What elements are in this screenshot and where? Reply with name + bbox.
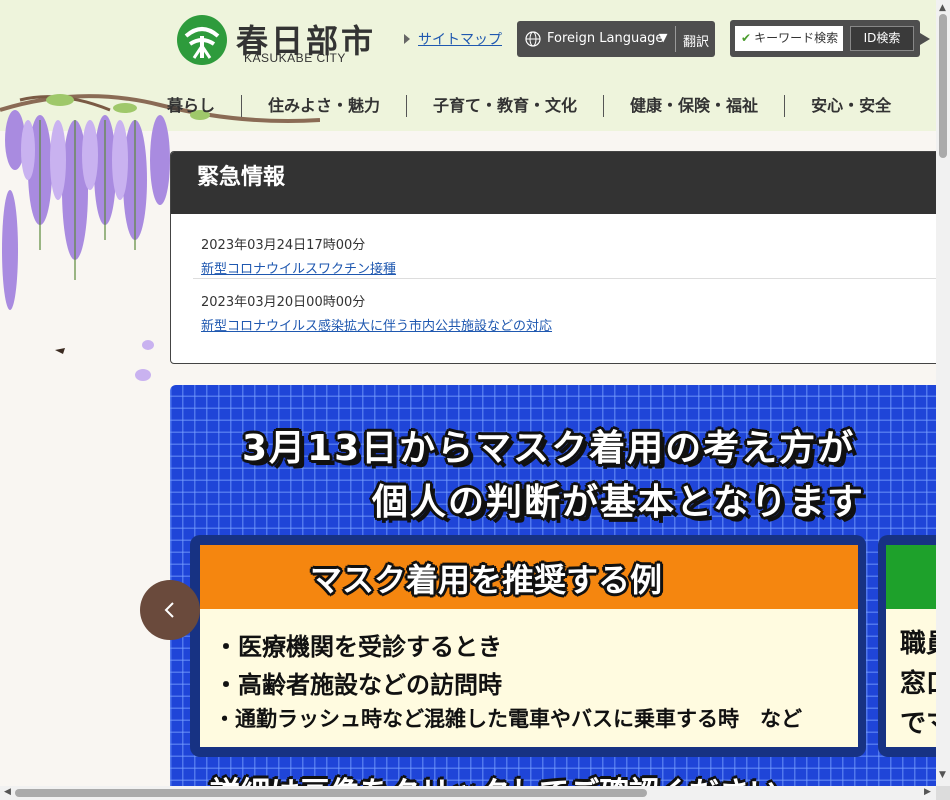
carousel-prev-button[interactable] xyxy=(140,580,200,640)
nav-item-safety[interactable]: 安心・安全 xyxy=(785,95,917,117)
horizontal-scroll-thumb[interactable] xyxy=(15,789,647,797)
vertical-scrollbar[interactable]: ▲ ▼ xyxy=(936,0,950,786)
scrollbar-corner xyxy=(936,786,950,800)
globe-icon xyxy=(525,31,541,47)
emergency-info: 緊急情報 2023年03月24日17時00分 新型コロナウイルスワクチン接種 2… xyxy=(170,151,950,364)
keyword-search-label: キーワード検索 xyxy=(754,31,839,45)
sitemap-link[interactable]: サイトマップ xyxy=(404,29,502,49)
recommended-card: マスク着用を推奨する例 ・医療機関を受診するとき ・高齢者施設などの訪問時 ・通… xyxy=(190,535,866,757)
caret-down-icon: ▼ xyxy=(659,31,668,44)
chevron-left-icon xyxy=(164,602,174,618)
foreign-language-label: Foreign Language xyxy=(547,31,664,46)
emergency-date: 2023年03月24日17時00分 xyxy=(201,238,366,253)
recommended-card-body: ・医療機関を受診するとき ・高齢者施設などの訪問時 ・通勤ラッシュ時など混雑した… xyxy=(200,609,858,747)
list-item: 2023年03月24日17時00分 新型コロナウイルスワクチン接種 xyxy=(171,214,949,278)
keyword-search-button[interactable]: ✔ キーワード検索 xyxy=(735,26,843,51)
search-toggle: ✔ キーワード検索 ID検索 xyxy=(730,20,920,57)
kasukabe-city-emblem-icon xyxy=(177,15,227,65)
list-item: 2023年03月20日00時00分 新型コロナウイルス感染拡大に伴う市内公共施設… xyxy=(193,278,949,335)
scroll-right-icon[interactable]: ▶ xyxy=(924,787,931,797)
translate-button[interactable]: 翻訳 xyxy=(683,31,709,50)
emergency-title: 緊急情報 xyxy=(171,152,949,214)
nav-item-health-welfare[interactable]: 健康・保険・福祉 xyxy=(604,94,786,117)
nav-item-childcare-education[interactable]: 子育て・教育・文化 xyxy=(407,94,605,117)
list-item: ・通勤ラッシュ時など混雑した電車やバスに乗車する時 など xyxy=(214,707,802,731)
recommended-card-title: マスク着用を推奨する例 xyxy=(310,561,663,599)
language-selector[interactable]: Foreign Language ▼ 翻訳 xyxy=(517,21,715,57)
check-icon: ✔ xyxy=(741,31,752,45)
scroll-left-icon[interactable]: ◀ xyxy=(4,787,11,797)
banner-headline-1: 3月13日からマスク着用の考え方が xyxy=(242,428,856,469)
id-search-button[interactable]: ID検索 xyxy=(850,26,914,51)
vertical-scroll-thumb[interactable] xyxy=(939,14,947,158)
divider xyxy=(675,26,676,52)
nav-item-living[interactable]: 暮らし xyxy=(120,94,243,117)
list-item: ・高齢者施設などの訪問時 xyxy=(214,671,502,699)
mask-guidance-banner[interactable]: 3月13日からマスク着用の考え方が 個人の判断が基本となります マスク着用を推奨… xyxy=(170,385,950,800)
recommended-card-header: マスク着用を推奨する例 xyxy=(200,545,858,609)
logo-english: KASUKABE CITY xyxy=(244,51,346,65)
emergency-date: 2023年03月20日00時00分 xyxy=(201,295,366,310)
emergency-link[interactable]: 新型コロナウイルス感染拡大に伴う市内公共施設などの対応 xyxy=(201,315,949,334)
horizontal-scrollbar[interactable]: ◀ ▶ xyxy=(0,786,936,800)
scroll-up-icon[interactable]: ▲ xyxy=(939,3,946,13)
nav-item-attractions[interactable]: 住みよさ・魅力 xyxy=(242,94,408,117)
global-nav: 暮らし 住みよさ・魅力 子育て・教育・文化 健康・保険・福祉 安心・安全 xyxy=(120,80,936,131)
emergency-link[interactable]: 新型コロナウイルスワクチン接種 xyxy=(201,258,949,277)
arrow-right-icon xyxy=(920,33,930,45)
banner-headline-2: 個人の判断が基本となります xyxy=(372,482,865,523)
list-item: ・医療機関を受診するとき xyxy=(214,633,502,661)
city-logo[interactable]: 春日部市 KASUKABE CITY xyxy=(176,14,376,66)
scroll-down-icon[interactable]: ▼ xyxy=(939,770,946,780)
